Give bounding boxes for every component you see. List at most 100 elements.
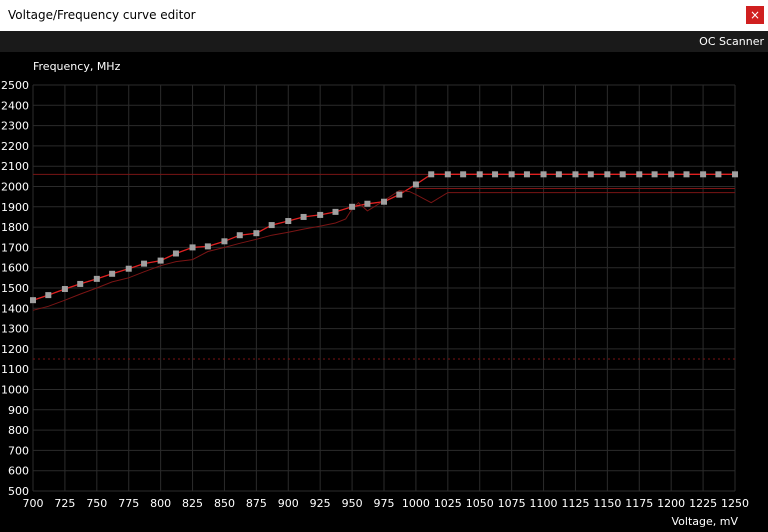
curve-point[interactable] <box>508 171 515 178</box>
window-title: Voltage/Frequency curve editor <box>8 8 196 22</box>
curve-point[interactable] <box>412 181 419 188</box>
x-tick-label: 1175 <box>625 497 653 510</box>
curve-point[interactable] <box>587 171 594 178</box>
curve-point[interactable] <box>236 232 243 239</box>
y-tick-label: 1400 <box>1 302 29 315</box>
curve-point[interactable] <box>317 211 324 218</box>
curve-point[interactable] <box>381 198 387 205</box>
x-axis-label: Voltage, mV <box>672 515 739 528</box>
curve-point[interactable] <box>109 270 116 277</box>
curve-point[interactable] <box>572 171 579 178</box>
x-tick-label: 875 <box>246 497 267 510</box>
x-tick-label: 1250 <box>721 497 749 510</box>
oc-scanner-button[interactable]: OC Scanner <box>699 35 764 48</box>
curve-point[interactable] <box>444 171 451 178</box>
y-tick-label: 700 <box>8 444 29 457</box>
curve-point[interactable] <box>619 171 626 178</box>
curve-point[interactable] <box>396 191 403 198</box>
curve-point[interactable] <box>683 171 690 178</box>
y-axis-ticks: 5006007008009001000110012001300140015001… <box>1 79 29 498</box>
x-tick-label: 975 <box>374 497 395 510</box>
curve-point[interactable] <box>715 171 722 178</box>
curve-point[interactable] <box>253 230 260 237</box>
curve-point[interactable] <box>332 208 339 215</box>
y-tick-label: 1500 <box>1 282 29 295</box>
curve-point[interactable] <box>651 171 658 178</box>
curve-point[interactable] <box>157 257 164 264</box>
chart-grid <box>32 84 736 492</box>
x-tick-label: 775 <box>118 497 139 510</box>
x-tick-label: 1000 <box>402 497 430 510</box>
x-tick-label: 1225 <box>689 497 717 510</box>
curve-point[interactable] <box>700 171 707 178</box>
y-axis-label: Frequency, MHz <box>33 60 121 73</box>
curve-point[interactable] <box>460 171 467 178</box>
close-button[interactable]: × <box>746 6 764 24</box>
curve-point[interactable] <box>189 244 196 251</box>
curve-point[interactable] <box>492 171 499 178</box>
x-tick-label: 950 <box>342 497 363 510</box>
y-tick-label: 900 <box>8 404 29 417</box>
x-tick-label: 750 <box>86 497 107 510</box>
y-tick-label: 1100 <box>1 363 29 376</box>
curve-point[interactable] <box>285 218 292 225</box>
curve-point[interactable] <box>732 171 738 178</box>
title-bar: Voltage/Frequency curve editor × <box>0 0 768 31</box>
curve-point[interactable] <box>428 171 435 178</box>
curve-point[interactable] <box>668 171 675 178</box>
y-tick-label: 1800 <box>1 221 29 234</box>
curve-point[interactable] <box>268 222 275 229</box>
curve-point[interactable] <box>221 238 228 245</box>
x-tick-label: 825 <box>182 497 203 510</box>
curve-point[interactable] <box>636 171 643 178</box>
curve-point[interactable] <box>540 171 547 178</box>
curve-point[interactable] <box>523 171 530 178</box>
curve-point[interactable] <box>555 171 562 178</box>
toolbar: OC Scanner <box>0 31 768 52</box>
y-tick-label: 2400 <box>1 99 29 112</box>
curve-point[interactable] <box>45 292 52 299</box>
x-tick-label: 850 <box>214 497 235 510</box>
curve-point[interactable] <box>30 297 36 304</box>
curve-point[interactable] <box>93 275 100 282</box>
y-tick-label: 1200 <box>1 343 29 356</box>
y-tick-label: 1600 <box>1 262 29 275</box>
x-axis-ticks: 700 725 750 775 800 825 850 875 900 925 950 975 1000… <box>23 497 750 510</box>
curve-point[interactable] <box>364 200 371 207</box>
x-tick-label: 1150 <box>593 497 621 510</box>
x-tick-label: 700 <box>23 497 44 510</box>
x-tick-label: 800 <box>150 497 171 510</box>
y-tick-label: 1700 <box>1 241 29 254</box>
x-tick-label: 1125 <box>561 497 589 510</box>
curve-point[interactable] <box>125 265 132 272</box>
curve-point[interactable] <box>300 213 307 220</box>
y-tick-label: 1000 <box>1 384 29 397</box>
y-tick-label: 2200 <box>1 140 29 153</box>
y-tick-label: 2300 <box>1 120 29 133</box>
x-tick-label: 900 <box>278 497 299 510</box>
x-tick-label: 725 <box>54 497 75 510</box>
x-tick-label: 1100 <box>530 497 558 510</box>
y-tick-label: 2100 <box>1 160 29 173</box>
vf-curve-chart[interactable]: 5006007008009001000110012001300140015001… <box>0 52 768 532</box>
x-tick-label: 1025 <box>434 497 462 510</box>
y-tick-label: 1900 <box>1 201 29 214</box>
x-tick-label: 1075 <box>498 497 526 510</box>
y-tick-label: 1300 <box>1 323 29 336</box>
y-tick-label: 2500 <box>1 79 29 92</box>
curve-point[interactable] <box>77 280 84 287</box>
close-icon: × <box>749 8 761 22</box>
curve-point[interactable] <box>141 260 148 267</box>
y-tick-label: 2000 <box>1 181 29 194</box>
curve-point[interactable] <box>204 243 211 250</box>
x-tick-label: 1050 <box>466 497 494 510</box>
curve-point[interactable] <box>349 203 356 210</box>
y-tick-label: 800 <box>8 424 29 437</box>
x-tick-label: 1200 <box>657 497 685 510</box>
curve-point[interactable] <box>61 286 68 293</box>
y-tick-label: 600 <box>8 465 29 478</box>
curve-point[interactable] <box>604 171 611 178</box>
curve-point[interactable] <box>172 250 179 257</box>
x-tick-label: 925 <box>310 497 331 510</box>
curve-point[interactable] <box>476 171 483 178</box>
